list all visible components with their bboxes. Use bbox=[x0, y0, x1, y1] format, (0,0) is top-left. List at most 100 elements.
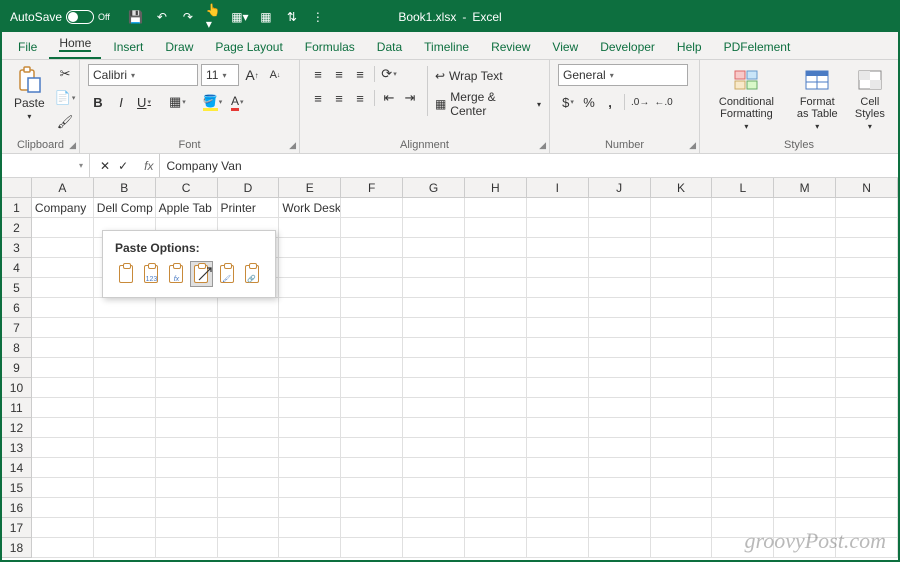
cell[interactable] bbox=[156, 378, 218, 398]
cell[interactable] bbox=[279, 518, 341, 538]
cell[interactable] bbox=[589, 438, 651, 458]
cell[interactable] bbox=[156, 318, 218, 338]
number-launcher-icon[interactable]: ◢ bbox=[689, 140, 696, 151]
italic-button[interactable]: I bbox=[111, 92, 131, 112]
cell[interactable] bbox=[94, 318, 156, 338]
cell[interactable] bbox=[403, 418, 465, 438]
cell[interactable] bbox=[651, 458, 713, 478]
cell[interactable] bbox=[279, 398, 341, 418]
cell[interactable] bbox=[527, 238, 589, 258]
cell[interactable] bbox=[712, 278, 774, 298]
cell[interactable] bbox=[836, 298, 898, 318]
cell[interactable] bbox=[712, 378, 774, 398]
cell[interactable] bbox=[279, 218, 341, 238]
tab-developer[interactable]: Developer bbox=[590, 35, 665, 59]
cell[interactable] bbox=[279, 438, 341, 458]
cell[interactable] bbox=[279, 498, 341, 518]
column-header[interactable]: C bbox=[156, 178, 218, 198]
cell[interactable] bbox=[589, 398, 651, 418]
cell[interactable] bbox=[32, 478, 94, 498]
cell[interactable] bbox=[156, 538, 218, 558]
cell[interactable] bbox=[465, 358, 527, 378]
cell[interactable] bbox=[465, 418, 527, 438]
cell[interactable] bbox=[218, 358, 280, 378]
cell[interactable] bbox=[341, 278, 403, 298]
cell[interactable] bbox=[465, 258, 527, 278]
row-header[interactable]: 8 bbox=[2, 338, 32, 358]
cell[interactable] bbox=[527, 538, 589, 558]
qat-dropdown-icon[interactable]: ⋮ bbox=[310, 9, 326, 25]
cell[interactable] bbox=[651, 198, 713, 218]
align-middle-button[interactable]: ≡ bbox=[329, 64, 349, 84]
new-sheet-icon[interactable]: ▦▾ bbox=[232, 9, 248, 25]
cell[interactable] bbox=[156, 518, 218, 538]
tab-file[interactable]: File bbox=[8, 35, 47, 59]
touch-mode-icon[interactable]: 👆▾ bbox=[206, 9, 222, 25]
fx-icon[interactable]: fx bbox=[138, 159, 159, 173]
align-bottom-button[interactable]: ≡ bbox=[350, 64, 370, 84]
cell[interactable] bbox=[465, 478, 527, 498]
cell[interactable] bbox=[465, 238, 527, 258]
cell[interactable] bbox=[32, 438, 94, 458]
cell[interactable] bbox=[712, 458, 774, 478]
cell[interactable] bbox=[94, 478, 156, 498]
tab-help[interactable]: Help bbox=[667, 35, 712, 59]
row-header[interactable]: 18 bbox=[2, 538, 32, 558]
wrap-text-button[interactable]: ↩Wrap Text bbox=[435, 64, 541, 88]
column-header[interactable]: I bbox=[527, 178, 589, 198]
cell[interactable] bbox=[651, 438, 713, 458]
cell[interactable] bbox=[403, 258, 465, 278]
column-header[interactable]: J bbox=[589, 178, 651, 198]
cell[interactable] bbox=[651, 298, 713, 318]
cell[interactable] bbox=[527, 478, 589, 498]
cell[interactable] bbox=[465, 298, 527, 318]
column-header[interactable]: D bbox=[218, 178, 280, 198]
merge-center-button[interactable]: ▦Merge & Center▾ bbox=[435, 92, 541, 116]
orientation-button[interactable]: ⟳ bbox=[379, 64, 399, 84]
cell[interactable] bbox=[94, 298, 156, 318]
cell[interactable] bbox=[279, 258, 341, 278]
toggle-switch[interactable] bbox=[66, 10, 94, 24]
cell[interactable] bbox=[527, 518, 589, 538]
paste-option-formulas[interactable]: fx bbox=[165, 261, 188, 287]
cell[interactable] bbox=[218, 438, 280, 458]
cell[interactable] bbox=[156, 358, 218, 378]
cell[interactable] bbox=[527, 358, 589, 378]
increase-decimal-button[interactable]: .0→ bbox=[629, 92, 651, 112]
cell[interactable] bbox=[341, 238, 403, 258]
cell[interactable] bbox=[341, 198, 403, 218]
column-header[interactable]: B bbox=[94, 178, 156, 198]
cell[interactable] bbox=[589, 298, 651, 318]
cell[interactable] bbox=[32, 338, 94, 358]
alignment-launcher-icon[interactable]: ◢ bbox=[539, 140, 546, 151]
cell[interactable] bbox=[836, 238, 898, 258]
cell[interactable] bbox=[403, 338, 465, 358]
cell[interactable] bbox=[32, 498, 94, 518]
cell[interactable] bbox=[774, 458, 836, 478]
row-header[interactable]: 9 bbox=[2, 358, 32, 378]
cell[interactable] bbox=[712, 358, 774, 378]
cell[interactable] bbox=[32, 258, 94, 278]
cell[interactable] bbox=[32, 298, 94, 318]
cell[interactable] bbox=[712, 258, 774, 278]
cell[interactable] bbox=[589, 418, 651, 438]
cell[interactable] bbox=[218, 398, 280, 418]
cell[interactable] bbox=[156, 298, 218, 318]
cell[interactable] bbox=[712, 238, 774, 258]
paste-option-values[interactable]: 123 bbox=[140, 261, 163, 287]
cell[interactable] bbox=[341, 298, 403, 318]
cell[interactable] bbox=[32, 318, 94, 338]
cell[interactable] bbox=[589, 258, 651, 278]
cell[interactable] bbox=[774, 318, 836, 338]
cell[interactable] bbox=[341, 378, 403, 398]
row-header[interactable]: 4 bbox=[2, 258, 32, 278]
cell[interactable] bbox=[465, 278, 527, 298]
formula-input[interactable]: Company Van bbox=[160, 159, 898, 173]
cell[interactable] bbox=[465, 498, 527, 518]
cell[interactable] bbox=[32, 358, 94, 378]
cell[interactable] bbox=[651, 538, 713, 558]
autosave-toggle[interactable]: AutoSave Off bbox=[10, 10, 110, 24]
cell[interactable] bbox=[94, 398, 156, 418]
cell[interactable] bbox=[341, 498, 403, 518]
enter-formula-icon[interactable]: ✓ bbox=[118, 159, 128, 173]
